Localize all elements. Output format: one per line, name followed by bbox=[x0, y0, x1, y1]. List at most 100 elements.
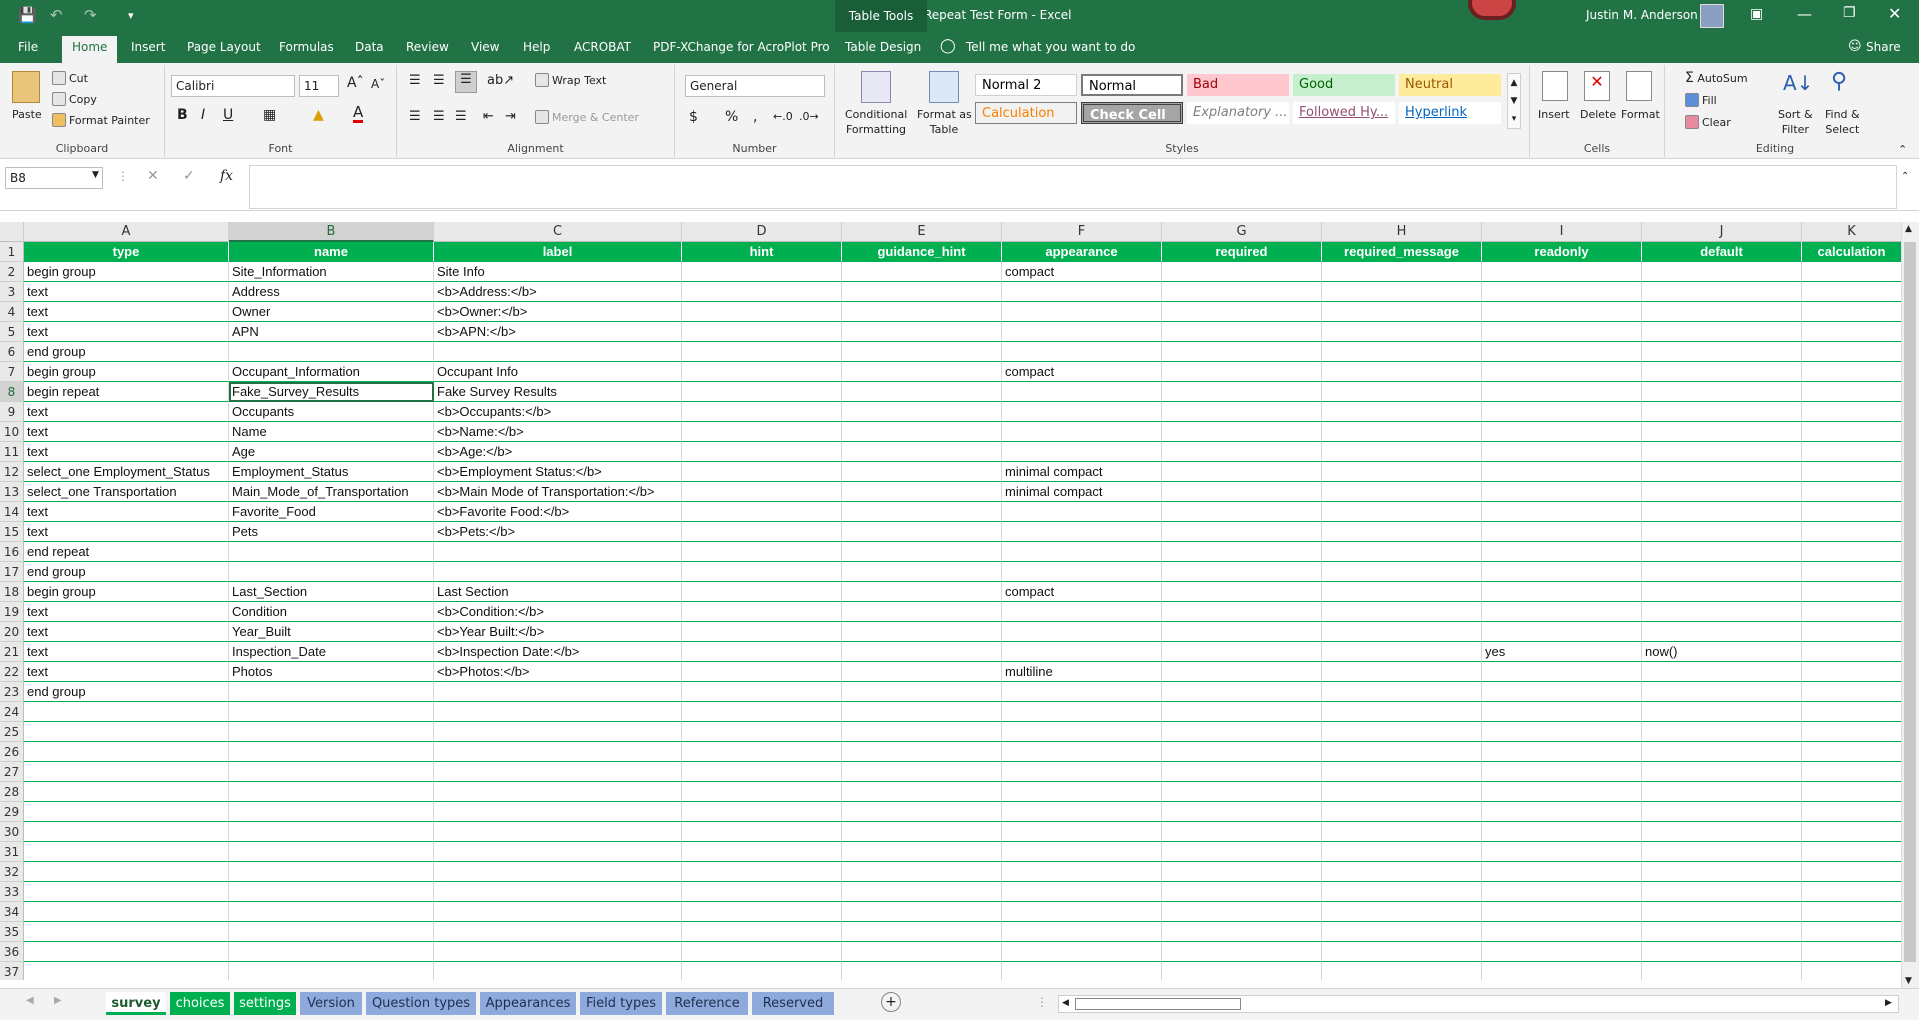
cell-i14[interactable] bbox=[1482, 502, 1642, 522]
cell-i4[interactable] bbox=[1482, 302, 1642, 322]
cell-c17[interactable] bbox=[434, 562, 682, 582]
currency-icon[interactable]: $ bbox=[689, 109, 698, 125]
cell-f33[interactable] bbox=[1002, 882, 1162, 902]
cell-b21[interactable]: Inspection_Date bbox=[229, 642, 434, 662]
cell-i13[interactable] bbox=[1482, 482, 1642, 502]
cell-f24[interactable] bbox=[1002, 702, 1162, 722]
decrease-decimal-icon[interactable]: .0→ bbox=[799, 110, 819, 123]
cell-e14[interactable] bbox=[842, 502, 1002, 522]
cell-d20[interactable] bbox=[682, 622, 842, 642]
horizontal-scrollbar[interactable]: ◀ ▶ bbox=[1058, 995, 1899, 1013]
cell-d16[interactable] bbox=[682, 542, 842, 562]
cell-e11[interactable] bbox=[842, 442, 1002, 462]
cell-g19[interactable] bbox=[1162, 602, 1322, 622]
cell-f28[interactable] bbox=[1002, 782, 1162, 802]
format-painter-button[interactable]: Format Painter bbox=[69, 114, 150, 127]
cell-i6[interactable] bbox=[1482, 342, 1642, 362]
cell-c36[interactable] bbox=[434, 942, 682, 962]
row-header-27[interactable]: 27 bbox=[0, 762, 24, 782]
cell-h35[interactable] bbox=[1322, 922, 1482, 942]
cell-c18[interactable]: Last Section bbox=[434, 582, 682, 602]
sheet-tab-survey[interactable]: survey bbox=[106, 992, 166, 1015]
cell-c7[interactable]: Occupant Info bbox=[434, 362, 682, 382]
header-cell-f[interactable]: appearance bbox=[1002, 242, 1162, 262]
user-avatar[interactable] bbox=[1700, 4, 1724, 28]
cell-j6[interactable] bbox=[1642, 342, 1802, 362]
cell-i29[interactable] bbox=[1482, 802, 1642, 822]
cell-k3[interactable] bbox=[1802, 282, 1902, 302]
cell-b14[interactable]: Favorite_Food bbox=[229, 502, 434, 522]
cell-a16[interactable]: end repeat bbox=[24, 542, 229, 562]
cell-c22[interactable]: <b>Photos:</b> bbox=[434, 662, 682, 682]
cell-j29[interactable] bbox=[1642, 802, 1802, 822]
header-cell-e[interactable]: guidance_hint bbox=[842, 242, 1002, 262]
cell-e5[interactable] bbox=[842, 322, 1002, 342]
cell-i2[interactable] bbox=[1482, 262, 1642, 282]
cell-a34[interactable] bbox=[24, 902, 229, 922]
align-center-icon[interactable]: ☰ bbox=[433, 109, 445, 124]
cell-k33[interactable] bbox=[1802, 882, 1902, 902]
cell-j19[interactable] bbox=[1642, 602, 1802, 622]
row-header-11[interactable]: 11 bbox=[0, 442, 24, 462]
style-explanatory[interactable]: Explanatory ... bbox=[1187, 102, 1289, 124]
cell-g10[interactable] bbox=[1162, 422, 1322, 442]
scroll-down-icon[interactable]: ▼ bbox=[1905, 976, 1912, 986]
cell-e12[interactable] bbox=[842, 462, 1002, 482]
row-header-24[interactable]: 24 bbox=[0, 702, 24, 722]
cell-c16[interactable] bbox=[434, 542, 682, 562]
cell-f35[interactable] bbox=[1002, 922, 1162, 942]
cell-a12[interactable]: select_one Employment_Status bbox=[24, 462, 229, 482]
cell-i23[interactable] bbox=[1482, 682, 1642, 702]
cell-g6[interactable] bbox=[1162, 342, 1322, 362]
cell-b16[interactable] bbox=[229, 542, 434, 562]
cell-g5[interactable] bbox=[1162, 322, 1322, 342]
cell-j27[interactable] bbox=[1642, 762, 1802, 782]
cell-e31[interactable] bbox=[842, 842, 1002, 862]
cell-d6[interactable] bbox=[682, 342, 842, 362]
cell-d29[interactable] bbox=[682, 802, 842, 822]
style-neutral[interactable]: Neutral bbox=[1399, 74, 1501, 96]
cell-a7[interactable]: begin group bbox=[24, 362, 229, 382]
cell-d25[interactable] bbox=[682, 722, 842, 742]
cell-f31[interactable] bbox=[1002, 842, 1162, 862]
cell-d35[interactable] bbox=[682, 922, 842, 942]
ribbon-display-icon[interactable]: ▣ bbox=[1750, 6, 1763, 22]
cell-i8[interactable] bbox=[1482, 382, 1642, 402]
cell-f17[interactable] bbox=[1002, 562, 1162, 582]
column-header-c[interactable]: C bbox=[434, 222, 682, 242]
cell-f4[interactable] bbox=[1002, 302, 1162, 322]
row-header-35[interactable]: 35 bbox=[0, 922, 24, 942]
expand-formula-bar-icon[interactable]: ⌃ bbox=[1901, 171, 1909, 182]
delete-button[interactable]: Delete bbox=[1580, 107, 1616, 122]
cell-e25[interactable] bbox=[842, 722, 1002, 742]
cell-c6[interactable] bbox=[434, 342, 682, 362]
cell-h15[interactable] bbox=[1322, 522, 1482, 542]
cell-d15[interactable] bbox=[682, 522, 842, 542]
cell-j4[interactable] bbox=[1642, 302, 1802, 322]
cell-k5[interactable] bbox=[1802, 322, 1902, 342]
cell-g30[interactable] bbox=[1162, 822, 1322, 842]
cell-i22[interactable] bbox=[1482, 662, 1642, 682]
format-button[interactable]: Format bbox=[1621, 107, 1660, 122]
cell-j9[interactable] bbox=[1642, 402, 1802, 422]
cell-f21[interactable] bbox=[1002, 642, 1162, 662]
cell-k15[interactable] bbox=[1802, 522, 1902, 542]
style-normal[interactable]: Normal bbox=[1081, 74, 1183, 96]
cell-k13[interactable] bbox=[1802, 482, 1902, 502]
cell-h24[interactable] bbox=[1322, 702, 1482, 722]
cell-j3[interactable] bbox=[1642, 282, 1802, 302]
row-header-6[interactable]: 6 bbox=[0, 342, 24, 362]
column-header-i[interactable]: I bbox=[1482, 222, 1642, 242]
row-header-3[interactable]: 3 bbox=[0, 282, 24, 302]
cancel-entry-icon[interactable]: ✕ bbox=[147, 168, 159, 184]
decrease-indent-icon[interactable]: ⇤ bbox=[483, 109, 494, 124]
cell-a23[interactable]: end group bbox=[24, 682, 229, 702]
cell-i19[interactable] bbox=[1482, 602, 1642, 622]
cell-h10[interactable] bbox=[1322, 422, 1482, 442]
cell-f18[interactable]: compact bbox=[1002, 582, 1162, 602]
cell-b10[interactable]: Name bbox=[229, 422, 434, 442]
cell-b28[interactable] bbox=[229, 782, 434, 802]
cell-d18[interactable] bbox=[682, 582, 842, 602]
tab-formulas[interactable]: Formulas bbox=[279, 40, 334, 54]
cell-j31[interactable] bbox=[1642, 842, 1802, 862]
